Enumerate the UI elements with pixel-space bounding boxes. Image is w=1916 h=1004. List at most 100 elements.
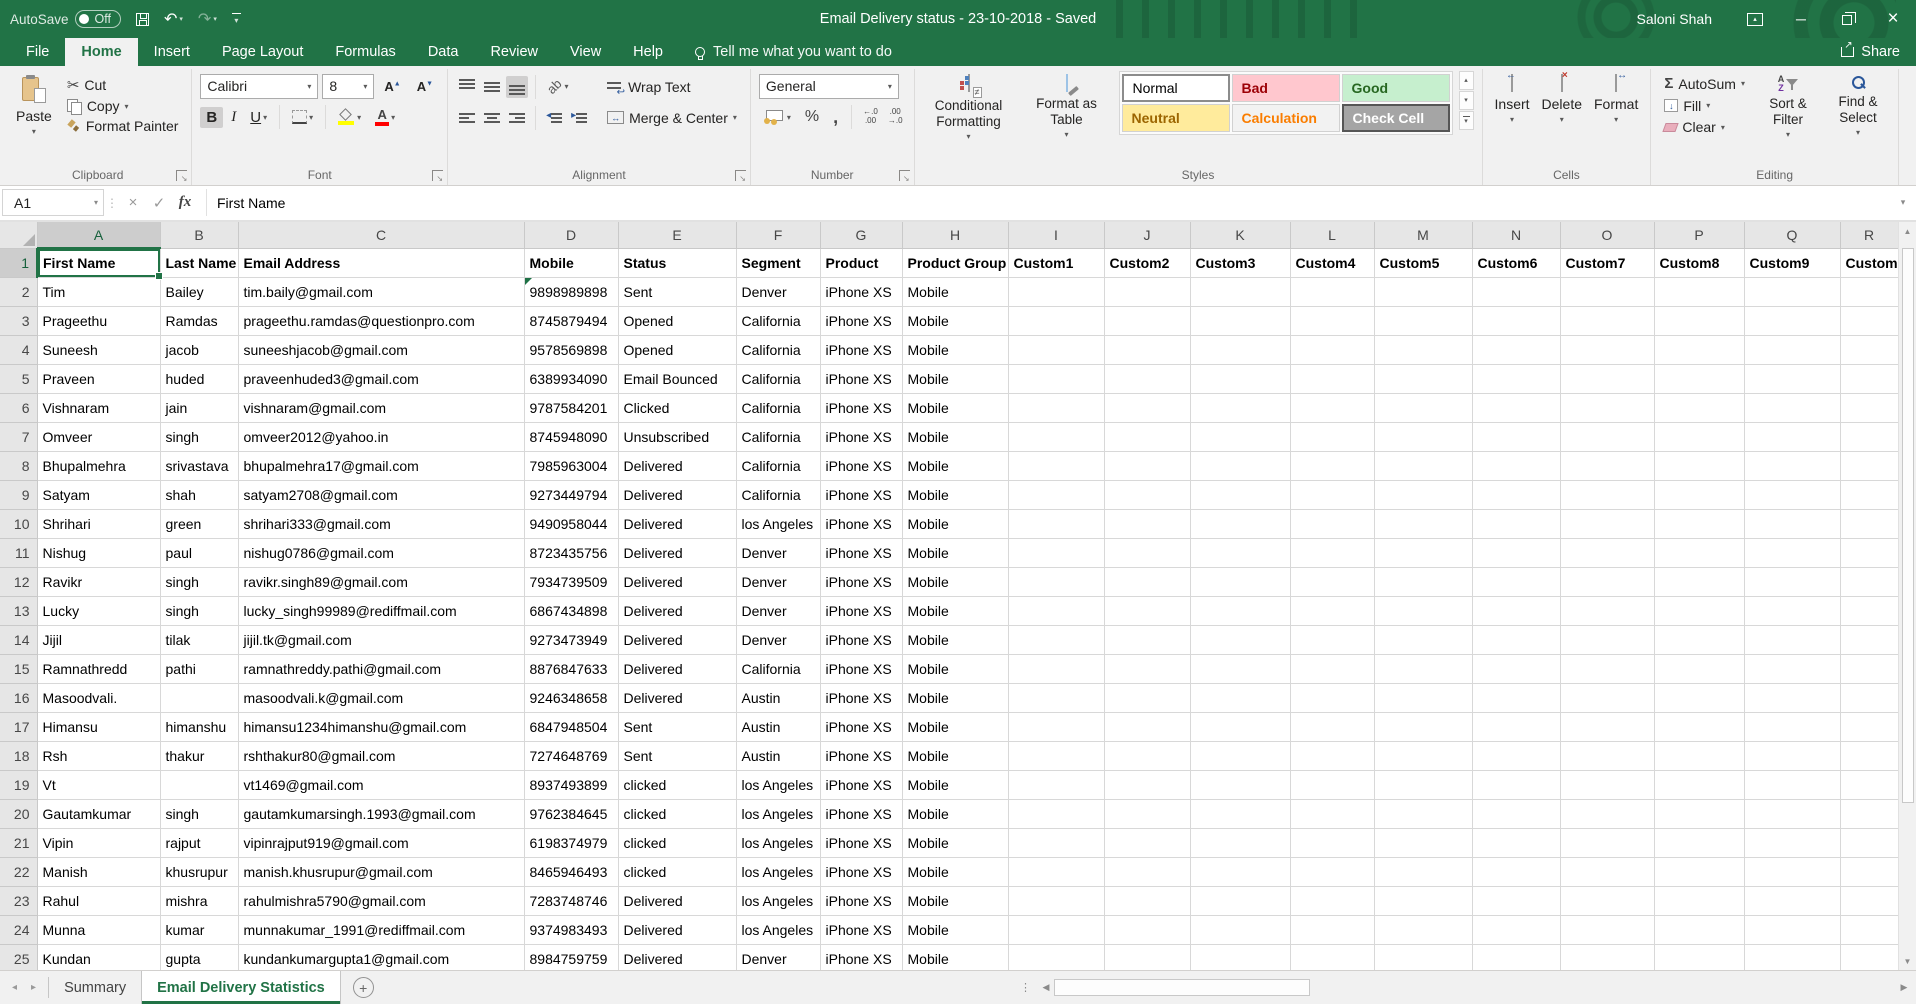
row-header-14[interactable]: 14 bbox=[0, 625, 37, 654]
cell-E2[interactable]: Sent bbox=[618, 277, 736, 306]
cell-G25[interactable]: iPhone XS bbox=[820, 944, 902, 970]
cell-B4[interactable]: jacob bbox=[160, 335, 238, 364]
cell-G13[interactable]: iPhone XS bbox=[820, 596, 902, 625]
cell-J22[interactable] bbox=[1104, 857, 1190, 886]
cell-B17[interactable]: himanshu bbox=[160, 712, 238, 741]
cell-C16[interactable]: masoodvali.k@gmail.com bbox=[238, 683, 524, 712]
column-header-l[interactable]: L bbox=[1290, 222, 1374, 248]
cell-I21[interactable] bbox=[1008, 828, 1104, 857]
cell-R20[interactable] bbox=[1840, 799, 1898, 828]
cell-H12[interactable]: Mobile bbox=[902, 567, 1008, 596]
cell-K21[interactable] bbox=[1190, 828, 1290, 857]
cell-J1[interactable]: Custom2 bbox=[1104, 248, 1190, 277]
format-painter-button[interactable]: Format Painter bbox=[62, 116, 184, 136]
cell-N9[interactable] bbox=[1472, 480, 1560, 509]
cell-E25[interactable]: Delivered bbox=[618, 944, 736, 970]
cell-F12[interactable]: Denver bbox=[736, 567, 820, 596]
cell-F7[interactable]: California bbox=[736, 422, 820, 451]
decrease-decimal-button[interactable]: .00→.0 bbox=[885, 108, 906, 126]
tab-view[interactable]: View bbox=[554, 38, 617, 66]
cell-F3[interactable]: California bbox=[736, 306, 820, 335]
cell-G1[interactable]: Product bbox=[820, 248, 902, 277]
cell-L19[interactable] bbox=[1290, 770, 1374, 799]
cell-A24[interactable]: Munna bbox=[37, 915, 160, 944]
cell-E11[interactable]: Delivered bbox=[618, 538, 736, 567]
cell-Q1[interactable]: Custom9 bbox=[1744, 248, 1840, 277]
cell-H1[interactable]: Product Group bbox=[902, 248, 1008, 277]
cell-L18[interactable] bbox=[1290, 741, 1374, 770]
cell-Q18[interactable] bbox=[1744, 741, 1840, 770]
cell-N17[interactable] bbox=[1472, 712, 1560, 741]
cell-G2[interactable]: iPhone XS bbox=[820, 277, 902, 306]
cell-H3[interactable]: Mobile bbox=[902, 306, 1008, 335]
gallery-scroll-up-button[interactable]: ▴ bbox=[1459, 71, 1474, 90]
cell-M4[interactable] bbox=[1374, 335, 1472, 364]
cell-C2[interactable]: tim.baily@gmail.com bbox=[238, 277, 524, 306]
cell-A15[interactable]: Ramnathredd bbox=[37, 654, 160, 683]
cell-A1[interactable]: First Name bbox=[37, 248, 160, 277]
cell-I8[interactable] bbox=[1008, 451, 1104, 480]
cell-O4[interactable] bbox=[1560, 335, 1654, 364]
cell-K15[interactable] bbox=[1190, 654, 1290, 683]
cell-L24[interactable] bbox=[1290, 915, 1374, 944]
cell-J2[interactable] bbox=[1104, 277, 1190, 306]
cell-H19[interactable]: Mobile bbox=[902, 770, 1008, 799]
decrease-font-button[interactable]: A▼ bbox=[411, 77, 439, 96]
cell-F2[interactable]: Denver bbox=[736, 277, 820, 306]
cell-H15[interactable]: Mobile bbox=[902, 654, 1008, 683]
cell-L1[interactable]: Custom4 bbox=[1290, 248, 1374, 277]
new-sheet-button[interactable]: + bbox=[353, 977, 374, 998]
cell-E12[interactable]: Delivered bbox=[618, 567, 736, 596]
row-header-19[interactable]: 19 bbox=[0, 770, 37, 799]
gallery-scroll-down-button[interactable]: ▾ bbox=[1459, 91, 1474, 110]
font-dialog-launcher[interactable] bbox=[432, 170, 443, 181]
cell-C11[interactable]: nishug0786@gmail.com bbox=[238, 538, 524, 567]
cell-F13[interactable]: Denver bbox=[736, 596, 820, 625]
cell-B11[interactable]: paul bbox=[160, 538, 238, 567]
cell-G22[interactable]: iPhone XS bbox=[820, 857, 902, 886]
cell-L5[interactable] bbox=[1290, 364, 1374, 393]
cancel-formula-button[interactable]: × bbox=[120, 194, 146, 211]
row-header-11[interactable]: 11 bbox=[0, 538, 37, 567]
undo-button[interactable]: ↶▾ bbox=[164, 9, 183, 29]
cell-M21[interactable] bbox=[1374, 828, 1472, 857]
cell-O10[interactable] bbox=[1560, 509, 1654, 538]
cell-H14[interactable]: Mobile bbox=[902, 625, 1008, 654]
font-size-select[interactable]: 8▾ bbox=[322, 74, 374, 99]
cell-Q10[interactable] bbox=[1744, 509, 1840, 538]
cell-P12[interactable] bbox=[1654, 567, 1744, 596]
cell-C25[interactable]: kundankumargupta1@gmail.com bbox=[238, 944, 524, 970]
cell-H18[interactable]: Mobile bbox=[902, 741, 1008, 770]
expand-formula-bar-button[interactable]: ▾ bbox=[1890, 189, 1916, 216]
cell-G24[interactable]: iPhone XS bbox=[820, 915, 902, 944]
cell-K22[interactable] bbox=[1190, 857, 1290, 886]
cell-K4[interactable] bbox=[1190, 335, 1290, 364]
cell-P16[interactable] bbox=[1654, 683, 1744, 712]
cell-J12[interactable] bbox=[1104, 567, 1190, 596]
cell-I20[interactable] bbox=[1008, 799, 1104, 828]
cell-J8[interactable] bbox=[1104, 451, 1190, 480]
cell-K23[interactable] bbox=[1190, 886, 1290, 915]
accounting-format-button[interactable]: ▾ bbox=[759, 108, 796, 126]
cell-K20[interactable] bbox=[1190, 799, 1290, 828]
cell-M16[interactable] bbox=[1374, 683, 1472, 712]
cell-P17[interactable] bbox=[1654, 712, 1744, 741]
cell-H22[interactable]: Mobile bbox=[902, 857, 1008, 886]
cell-P9[interactable] bbox=[1654, 480, 1744, 509]
cell-K25[interactable] bbox=[1190, 944, 1290, 970]
cell-O12[interactable] bbox=[1560, 567, 1654, 596]
cell-C23[interactable]: rahulmishra5790@gmail.com bbox=[238, 886, 524, 915]
cell-Q21[interactable] bbox=[1744, 828, 1840, 857]
row-header-18[interactable]: 18 bbox=[0, 741, 37, 770]
cell-D18[interactable]: 7274648769 bbox=[524, 741, 618, 770]
cell-P4[interactable] bbox=[1654, 335, 1744, 364]
cell-F21[interactable]: los Angeles bbox=[736, 828, 820, 857]
cell-J7[interactable] bbox=[1104, 422, 1190, 451]
cell-I5[interactable] bbox=[1008, 364, 1104, 393]
cell-Q23[interactable] bbox=[1744, 886, 1840, 915]
style-neutral[interactable]: Neutral bbox=[1122, 104, 1230, 132]
cell-D11[interactable]: 8723435756 bbox=[524, 538, 618, 567]
cell-P18[interactable] bbox=[1654, 741, 1744, 770]
cell-J23[interactable] bbox=[1104, 886, 1190, 915]
column-header-n[interactable]: N bbox=[1472, 222, 1560, 248]
